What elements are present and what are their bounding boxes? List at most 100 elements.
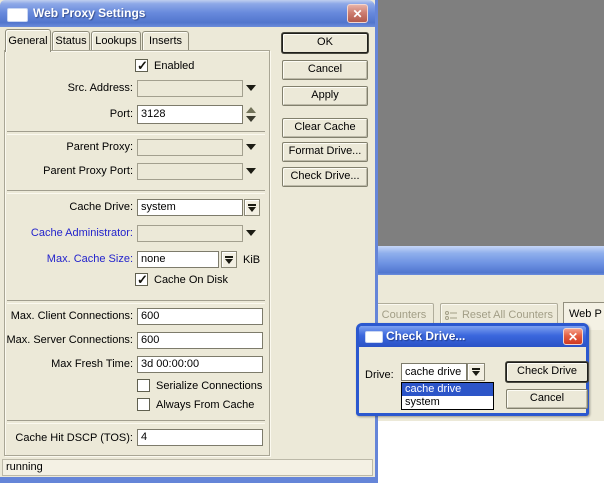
dropdown-option-cache-drive[interactable]: cache drive bbox=[402, 383, 493, 396]
apply-button[interactable]: Apply bbox=[282, 86, 368, 106]
max-cache-size-field[interactable]: none bbox=[137, 251, 219, 268]
port-field[interactable]: 3128 bbox=[137, 105, 243, 124]
clear-cache-button[interactable]: Clear Cache bbox=[282, 118, 368, 138]
tab-inserts-label: Inserts bbox=[148, 35, 182, 47]
dropdown-arrow-icon[interactable] bbox=[246, 230, 256, 236]
drive-combo-button[interactable] bbox=[467, 363, 485, 381]
web-proxy-tab-label: Web P bbox=[569, 308, 602, 320]
status-bar: running bbox=[2, 459, 373, 476]
check-drive-cancel-button[interactable]: Cancel bbox=[506, 389, 588, 409]
background-window-edge bbox=[378, 246, 604, 275]
enabled-checkbox[interactable] bbox=[135, 58, 148, 74]
dropdown-arrow-icon[interactable] bbox=[246, 144, 256, 150]
always-from-cache-checkbox[interactable] bbox=[137, 398, 150, 411]
combo-drop-icon bbox=[472, 368, 480, 370]
tab-general[interactable]: General bbox=[5, 29, 51, 52]
parent-proxy-port-label: Parent Proxy Port: bbox=[43, 165, 133, 177]
ok-button-label: OK bbox=[317, 36, 333, 48]
tab-lookups[interactable]: Lookups bbox=[91, 31, 141, 51]
tab-status-label: Status bbox=[55, 35, 87, 47]
check-drive-confirm-label: Check Drive bbox=[517, 365, 577, 377]
reset-all-counters-label: Reset All Counters bbox=[461, 309, 554, 321]
combo-drop-icon bbox=[248, 206, 256, 212]
parent-proxy-label: Parent Proxy: bbox=[66, 141, 133, 153]
parent-proxy-port-field[interactable] bbox=[137, 163, 243, 180]
window-title: Web Proxy Settings bbox=[33, 6, 146, 20]
parent-proxy-field[interactable] bbox=[137, 139, 243, 156]
combo-drop-icon bbox=[472, 371, 480, 376]
serialize-connections-checkbox[interactable] bbox=[137, 379, 150, 392]
status-text: running bbox=[6, 461, 43, 473]
always-from-cache-label: Always From Cache bbox=[156, 399, 255, 411]
check-drive-window: Check Drive... ✕ Drive: cache drive cach… bbox=[356, 323, 589, 416]
web-proxy-settings-window: Web Proxy Settings ✕ General Status Look… bbox=[0, 0, 378, 483]
cache-drive-combo-button[interactable] bbox=[244, 199, 260, 216]
tab-status[interactable]: Status bbox=[52, 31, 90, 51]
combo-drop-icon bbox=[225, 255, 233, 258]
tab-lookups-label: Lookups bbox=[95, 35, 137, 47]
kib-unit-label: KiB bbox=[243, 254, 261, 266]
counters-icon bbox=[444, 310, 458, 320]
tab-general-label: General bbox=[8, 35, 48, 47]
cache-hit-dscp-label: Cache Hit DSCP (TOS): bbox=[15, 432, 133, 444]
cache-administrator-label: Cache Administrator: bbox=[30, 227, 133, 239]
format-drive-button[interactable]: Format Drive... bbox=[282, 142, 368, 162]
dropdown-option-system[interactable]: system bbox=[402, 396, 493, 409]
enabled-label: Enabled bbox=[154, 60, 195, 72]
cache-administrator-field[interactable] bbox=[137, 225, 243, 242]
max-fresh-time-label: Max Fresh Time: bbox=[51, 358, 133, 370]
separator bbox=[7, 300, 265, 303]
check-drive-cancel-label: Cancel bbox=[529, 392, 565, 404]
src-address-label: Src. Address: bbox=[67, 82, 133, 94]
serialize-connections-label: Serialize Connections bbox=[156, 380, 263, 392]
check-drive-titlebar[interactable]: Check Drive... ✕ bbox=[359, 326, 586, 347]
separator bbox=[7, 131, 265, 134]
window-icon bbox=[365, 331, 383, 343]
separator bbox=[7, 420, 265, 423]
port-label: Port: bbox=[109, 108, 133, 120]
cache-hit-dscp-field[interactable]: 4 bbox=[137, 429, 263, 446]
max-server-connections-field[interactable]: 600 bbox=[137, 332, 263, 349]
combo-drop-icon bbox=[248, 203, 256, 206]
cancel-button[interactable]: Cancel bbox=[282, 60, 368, 80]
background-canvas bbox=[378, 421, 604, 483]
counters-button-label: Counters bbox=[381, 309, 427, 321]
tab-inserts[interactable]: Inserts bbox=[142, 31, 189, 51]
close-icon[interactable]: ✕ bbox=[563, 328, 583, 345]
apply-button-label: Apply bbox=[311, 89, 339, 101]
spin-up-icon[interactable] bbox=[246, 107, 256, 113]
separator bbox=[7, 190, 265, 193]
port-stepper[interactable] bbox=[246, 107, 256, 122]
cache-on-disk-label: Cache On Disk bbox=[154, 274, 228, 286]
cache-drive-field[interactable]: system bbox=[137, 199, 243, 216]
cache-drive-label: Cache Drive: bbox=[69, 201, 133, 213]
src-address-field[interactable] bbox=[137, 80, 243, 97]
max-client-connections-label: Max. Client Connections: bbox=[10, 310, 133, 322]
cache-on-disk-checkbox[interactable] bbox=[135, 272, 148, 288]
dropdown-arrow-icon[interactable] bbox=[246, 85, 256, 91]
check-drive-button-label: Check Drive... bbox=[290, 170, 360, 182]
desktop-background bbox=[378, 0, 604, 246]
drive-label: Drive: bbox=[365, 369, 394, 381]
max-cache-size-label: Max. Cache Size: bbox=[46, 253, 133, 265]
titlebar[interactable]: Web Proxy Settings ✕ bbox=[0, 0, 375, 27]
check-drive-confirm-button[interactable]: Check Drive bbox=[506, 362, 588, 382]
close-icon[interactable]: ✕ bbox=[347, 4, 368, 23]
check-drive-button[interactable]: Check Drive... bbox=[282, 167, 368, 187]
combo-drop-icon bbox=[225, 258, 233, 264]
max-cache-size-combo-button[interactable] bbox=[221, 251, 237, 268]
max-fresh-time-field[interactable]: 3d 00:00:00 bbox=[137, 356, 263, 373]
drive-dropdown-list: cache drive system bbox=[401, 382, 494, 410]
spin-down-icon[interactable] bbox=[246, 116, 256, 122]
check-drive-title: Check Drive... bbox=[386, 329, 466, 343]
max-server-connections-label: Max. Server Connections: bbox=[6, 334, 133, 346]
max-client-connections-field[interactable]: 600 bbox=[137, 308, 263, 325]
clear-cache-button-label: Clear Cache bbox=[294, 121, 356, 133]
screen: Counters Reset All Counters Web P Web Pr… bbox=[0, 0, 604, 483]
ok-button[interactable]: OK bbox=[282, 33, 368, 53]
window-icon bbox=[7, 8, 28, 22]
dropdown-arrow-icon[interactable] bbox=[246, 168, 256, 174]
drive-field[interactable]: cache drive bbox=[401, 363, 467, 381]
format-drive-button-label: Format Drive... bbox=[288, 145, 362, 157]
cancel-button-label: Cancel bbox=[307, 63, 343, 75]
